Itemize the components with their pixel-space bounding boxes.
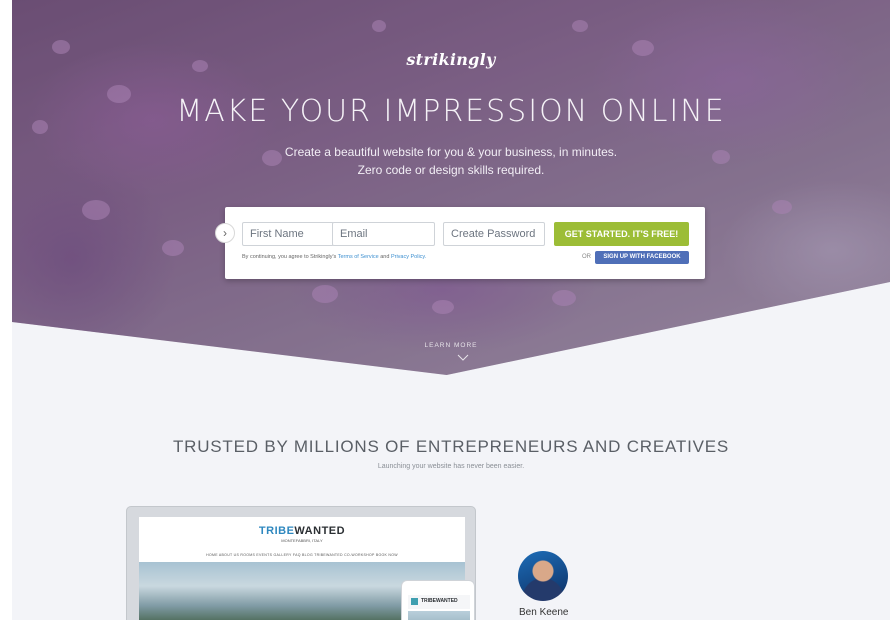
menu-icon: [411, 598, 418, 605]
hero-headline: MAKE YOUR IMPRESSION ONLINE: [176, 94, 726, 129]
signup-card: › First Name Email Create Password GET S…: [215, 207, 705, 279]
showcase-site-logo: TRIBEWANTED: [139, 525, 465, 537]
terms-prefix: By continuing, you agree to Strikingly's: [242, 254, 337, 260]
trusted-subheading: Launching your website has never been ea…: [377, 463, 525, 470]
first-name-input[interactable]: First Name: [242, 222, 334, 246]
learn-more-link[interactable]: LEARN MORE: [12, 342, 890, 349]
phone-mockup: TRIBEWANTED: [401, 580, 475, 620]
or-label: OR: [582, 254, 591, 260]
phone-site-logo: TRIBEWANTED: [421, 598, 458, 604]
terms-of-service-link[interactable]: Terms of Service: [338, 254, 379, 260]
chevron-down-icon[interactable]: [457, 352, 469, 364]
get-started-button[interactable]: GET STARTED. IT'S FREE!: [554, 222, 689, 246]
password-input[interactable]: Create Password: [443, 222, 545, 246]
terms-notice: By continuing, you agree to Strikingly's…: [242, 254, 426, 260]
showcase-site-tagline: MONTEFABBRI, ITALY: [281, 538, 323, 543]
avatar: [518, 551, 568, 601]
email-input[interactable]: Email: [332, 222, 435, 246]
hero-subline: Create a beautiful website for you & you…: [284, 145, 618, 159]
trusted-heading: TRUSTED BY MILLIONS OF ENTREPRENEURS AND…: [172, 437, 730, 456]
hero-section: strikingly MAKE YOUR IMPRESSION ONLINE C…: [12, 0, 890, 380]
showcase-logo-part-a: TRIBE: [258, 525, 295, 537]
facebook-signup-button[interactable]: SIGN UP WITH FACEBOOK: [595, 251, 689, 264]
page: strikingly MAKE YOUR IMPRESSION ONLINE C…: [12, 0, 890, 620]
showcase-logo-part-b: WANTED: [294, 525, 346, 537]
brand-logo[interactable]: strikingly: [12, 50, 890, 69]
phone-header: TRIBEWANTED: [408, 595, 470, 609]
terms-and: and: [380, 254, 390, 260]
testimonial-name: Ben Keene: [519, 607, 569, 618]
showcase-site-nav: HOME ABOUT US ROOMS EVENTS GALLERY FAQ B…: [206, 553, 398, 557]
phone-landscape-image: [408, 611, 470, 620]
privacy-policy-link[interactable]: Privacy Policy.: [391, 254, 426, 260]
hero-subline-2: Zero code or design skills required.: [357, 163, 545, 177]
chevron-right-icon[interactable]: ›: [215, 223, 235, 243]
